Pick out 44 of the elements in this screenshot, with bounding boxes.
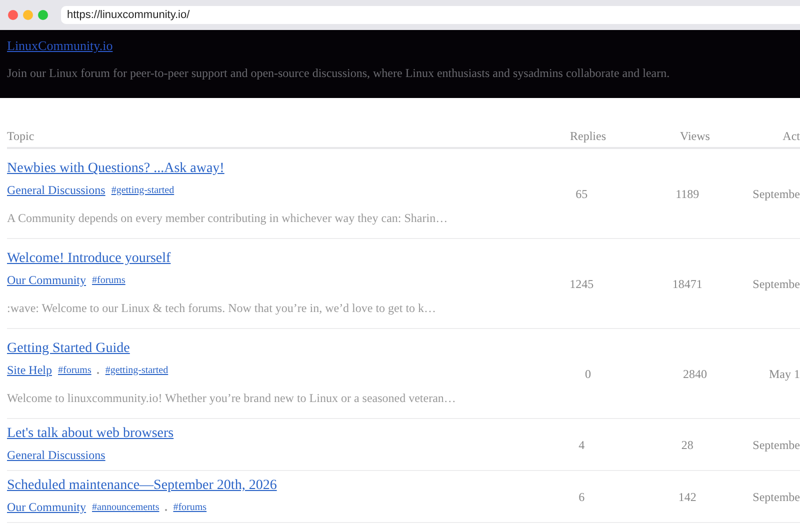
category-link[interactable]: Our Community: [7, 498, 86, 516]
activity-date: Septembe: [752, 186, 800, 200]
category-link[interactable]: Our Community: [7, 271, 86, 289]
site-link[interactable]: LinuxCommunity.io: [7, 38, 793, 54]
tag-link[interactable]: #getting-started: [111, 182, 174, 198]
topic-excerpt: Welcome to linuxcommunity.io! Whether you’re brand new to Linux or a seasoned veteran…: [7, 390, 457, 407]
views-count: 1189: [676, 186, 700, 200]
tag-link[interactable]: #announcements: [92, 500, 160, 514]
column-header[interactable]: Replies: [570, 129, 606, 143]
category-link[interactable]: General Discussions: [7, 446, 106, 464]
topic-excerpt: A Community depends on every member contributing in whichever way they can: Sharin…: [7, 210, 449, 227]
activity-date: May 1: [769, 366, 800, 380]
tag-link[interactable]: #forums: [173, 500, 207, 514]
topic-link[interactable]: Let's talk about web browsers: [7, 425, 174, 443]
views-count: 18471: [672, 276, 702, 290]
replies-count: 65: [576, 186, 588, 200]
topic-link[interactable]: Newbies with Questions? ...Ask away!: [7, 160, 224, 178]
column-header[interactable]: Views: [680, 129, 710, 143]
maximize-icon[interactable]: [38, 10, 48, 20]
replies-count: 0: [585, 366, 591, 380]
category-link[interactable]: Site Help: [7, 361, 52, 379]
tag-link[interactable]: #forums: [92, 272, 126, 288]
replies-count: 4: [578, 438, 585, 452]
close-icon[interactable]: [8, 10, 18, 20]
tag-link[interactable]: #forums: [58, 362, 92, 378]
address-bar[interactable]: https://linuxcommunity.io/: [61, 6, 800, 24]
topic-link[interactable]: Getting Started Guide: [7, 340, 130, 358]
replies-count: 6: [578, 490, 585, 504]
replies-count: 1245: [570, 276, 594, 290]
activity-date: Septembe: [752, 438, 800, 452]
minimize-icon[interactable]: [23, 10, 33, 20]
topic-link[interactable]: Scheduled maintenance—September 20th, 2026: [7, 477, 277, 495]
topic-link[interactable]: Welcome! Introduce yourself: [7, 250, 171, 268]
category-link[interactable]: General Discussions: [7, 181, 106, 199]
views-count: 142: [678, 490, 696, 504]
column-header[interactable]: Act: [782, 129, 800, 143]
topic-excerpt: :wave: Welcome to our Linux & tech forums. Now that you’re in, we’d love to get to k…: [7, 300, 438, 317]
column-header[interactable]: Topic: [7, 129, 34, 143]
views-count: 28: [681, 438, 694, 452]
activity-date: Septembe: [752, 490, 800, 504]
tagline: Join our Linux forum for peer-to-peer support and open-source discussions, where Linux enthusiasts and sysadmins collaborate and learn.: [7, 65, 671, 82]
activity-date: Septembe: [752, 276, 800, 290]
tag-link[interactable]: #getting-started: [105, 362, 168, 378]
views-count: 2840: [683, 366, 707, 380]
